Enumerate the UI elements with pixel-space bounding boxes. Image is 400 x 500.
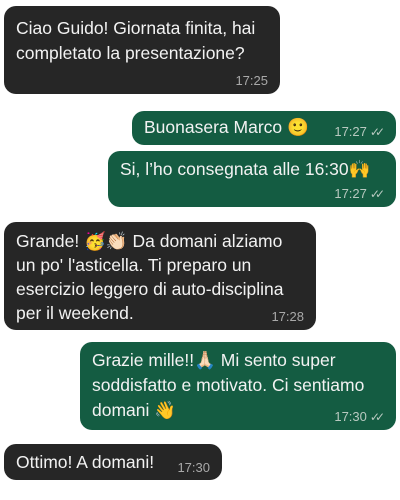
message-bubble-outgoing[interactable]: Grazie mille!!🙏🏻 Mi sento super soddisfa… (80, 342, 396, 430)
message-bubble-incoming[interactable]: Ottimo! A domani! 17:30 (4, 444, 222, 480)
message-time: 17:30 (177, 460, 210, 475)
message-time: 17:25 (235, 73, 268, 88)
message-text: Ciao Guido! Giornata finita, hai complet… (16, 18, 256, 63)
message-text: Si, l’ho consegnata alle 16:30🙌 (120, 159, 371, 179)
chat-thread: Ciao Guido! Giornata finita, hai complet… (0, 0, 400, 500)
message-time: 17:28 (271, 309, 304, 324)
read-receipt-icon: ✓✓ (369, 187, 385, 201)
message-time: 17:27 (334, 124, 367, 139)
message-meta: 17:28 (271, 309, 304, 325)
message-meta: 17:27 ✓✓ (334, 124, 385, 140)
message-bubble-incoming[interactable]: Ciao Guido! Giornata finita, hai complet… (4, 6, 280, 94)
message-meta: 17:27 ✓✓ (334, 186, 385, 202)
message-meta: 17:30 ✓✓ (334, 409, 385, 425)
message-bubble-outgoing[interactable]: Buonasera Marco 🙂 17:27 ✓✓ (132, 111, 396, 145)
message-bubble-outgoing[interactable]: Si, l’ho consegnata alle 16:30🙌 17:27 ✓✓ (108, 151, 396, 207)
message-meta: 17:30 (177, 460, 210, 476)
message-bubble-incoming[interactable]: Grande! 🥳👏🏻 Da domani alziamo un po' l'a… (4, 222, 316, 330)
read-receipt-icon: ✓✓ (369, 410, 385, 424)
message-text: Grande! 🥳👏🏻 Da domani alziamo un po' l'a… (16, 231, 284, 323)
message-meta: 17:25 (235, 73, 268, 89)
read-receipt-icon: ✓✓ (369, 125, 385, 139)
message-time: 17:27 (334, 186, 367, 201)
message-time: 17:30 (334, 409, 367, 424)
